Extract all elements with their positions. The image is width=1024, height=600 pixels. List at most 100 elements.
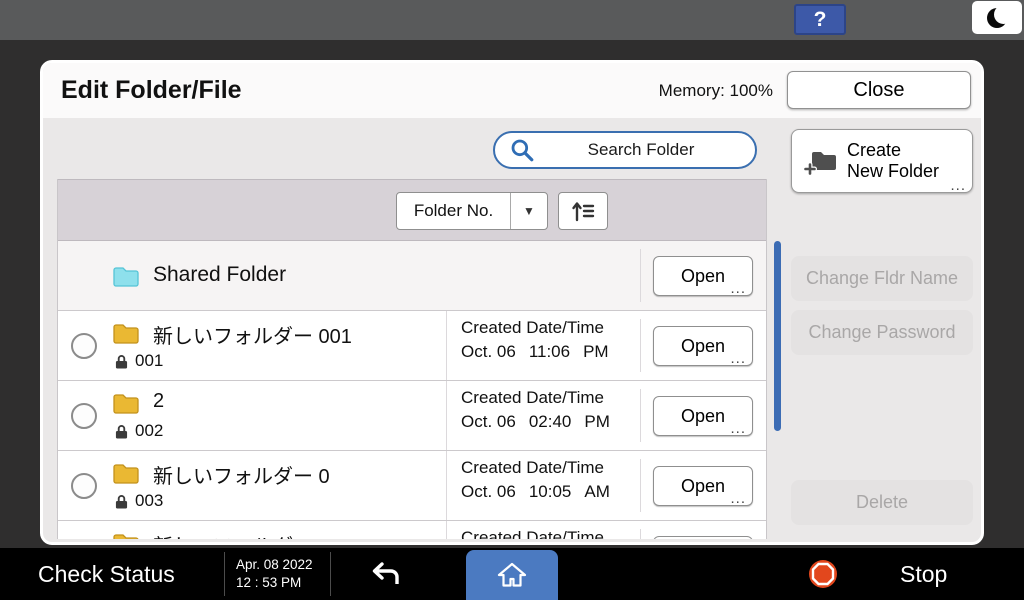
column-divider	[640, 459, 641, 512]
created-time: 02:40	[529, 412, 572, 432]
change-password-button[interactable]: Change Password	[791, 310, 973, 355]
home-icon	[496, 561, 528, 589]
folder-name: Shared Folder	[153, 241, 286, 309]
folder-row[interactable]: 新しいフォルダー 004 Created Date/Time Open ...	[58, 521, 766, 539]
lock-icon	[115, 424, 128, 439]
folder-row[interactable]: 新しいフォルダー 0 003 Created Date/Time Oct. 06…	[58, 451, 766, 521]
folder-list: Folder No. ▼ Shared Folder O	[57, 179, 767, 539]
folder-name: 新しいフォルダー 0	[153, 460, 330, 489]
sort-field-value: Folder No.	[397, 193, 510, 229]
check-status-button[interactable]: Check Status	[38, 548, 175, 600]
folder-number: 002	[135, 421, 163, 441]
open-label: Open	[681, 406, 725, 426]
column-divider	[640, 529, 641, 539]
page-title: Edit Folder/File	[61, 63, 242, 118]
folder-icon	[112, 322, 140, 344]
created-label: Created Date/Time	[461, 528, 640, 539]
folder-icon	[112, 532, 140, 539]
back-button[interactable]	[366, 559, 404, 590]
open-label: Open	[681, 476, 725, 496]
list-sort-header: Folder No. ▼	[58, 179, 766, 241]
open-button[interactable]: Open ...	[653, 536, 753, 539]
folder-name: 新しいフォルダー 001	[153, 320, 352, 349]
search-folder-label: Search Folder	[541, 140, 741, 160]
time-label: 12 : 53 PM	[236, 574, 313, 592]
folder-name: 新しいフォルダー 004	[153, 530, 352, 539]
system-bottom-bar: Check Status Apr. 08 2022 12 : 53 PM Sto…	[0, 548, 1024, 600]
created-time: 10:05	[529, 482, 572, 502]
create-label-line2: New Folder	[847, 161, 939, 181]
top-bar: ?	[0, 0, 1024, 40]
sort-field-dropdown[interactable]: Folder No. ▼	[396, 192, 548, 230]
created-date-cell: Created Date/Time Oct. 06 10:05 AM	[446, 451, 640, 520]
column-divider	[640, 389, 641, 442]
lock-icon	[115, 354, 128, 369]
sort-ascending-icon	[570, 200, 596, 222]
shared-folder-icon	[112, 265, 140, 287]
stop-button[interactable]: Stop	[808, 548, 947, 600]
open-label: Open	[681, 266, 725, 286]
home-button[interactable]	[466, 550, 558, 600]
create-label-line1: Create	[847, 140, 901, 160]
date-label: Apr. 08 2022	[236, 556, 313, 574]
sleep-mode-button[interactable]	[972, 1, 1022, 34]
moon-icon	[987, 8, 1007, 28]
folder-row[interactable]: 2 002 Created Date/Time Oct. 06 02:40 PM	[58, 381, 766, 451]
more-options-label: ...	[730, 283, 746, 295]
help-button[interactable]: ?	[794, 4, 846, 35]
folder-select-radio[interactable]	[71, 403, 97, 429]
folder-name: 2	[153, 390, 164, 413]
created-label: Created Date/Time	[461, 318, 640, 338]
more-options-label: ...	[950, 180, 966, 192]
created-date-cell: Created Date/Time Oct. 06 02:40 PM	[446, 381, 640, 450]
divider	[224, 552, 225, 596]
created-ampm: PM	[584, 412, 610, 432]
create-folder-icon	[804, 148, 838, 175]
open-button[interactable]: Open ...	[653, 256, 753, 296]
stop-icon	[808, 559, 838, 589]
chevron-down-icon: ▼	[510, 193, 547, 229]
close-button[interactable]: Close	[787, 71, 971, 109]
created-date: Oct. 06	[461, 412, 516, 432]
created-date-cell: Created Date/Time	[446, 521, 640, 539]
delete-button[interactable]: Delete	[791, 480, 973, 525]
folder-icon	[112, 392, 140, 414]
open-button[interactable]: Open ...	[653, 466, 753, 506]
folder-select-radio[interactable]	[71, 473, 97, 499]
panel-header: Edit Folder/File Memory: 100% Close	[43, 63, 981, 118]
created-label: Created Date/Time	[461, 458, 640, 478]
lock-icon	[115, 494, 128, 509]
folder-select-radio[interactable]	[71, 333, 97, 359]
device-screen: ? Edit Folder/File Memory: 100% Close Se…	[0, 0, 1024, 600]
created-time: 11:06	[529, 342, 570, 362]
folder-row[interactable]: 新しいフォルダー 001 001 Created Date/Time Oct. …	[58, 311, 766, 381]
stop-label: Stop	[900, 561, 947, 588]
folder-number: 003	[135, 491, 163, 511]
created-date: Oct. 06	[461, 342, 516, 362]
back-arrow-icon	[366, 559, 404, 587]
created-ampm: AM	[584, 482, 610, 502]
list-scrollbar[interactable]	[774, 241, 781, 431]
divider	[330, 552, 331, 596]
create-new-folder-button[interactable]: Create New Folder ...	[791, 129, 973, 193]
memory-status: Memory: 100%	[659, 63, 773, 118]
edit-folder-file-panel: Edit Folder/File Memory: 100% Close Sear…	[40, 60, 984, 545]
column-divider	[640, 249, 641, 302]
sort-order-button[interactable]	[558, 192, 608, 230]
folder-number: 001	[135, 351, 163, 371]
change-folder-name-button[interactable]: Change Fldr Name	[791, 256, 973, 301]
more-options-label: ...	[730, 423, 746, 435]
search-folder-field[interactable]: Search Folder	[493, 131, 757, 169]
search-icon	[509, 137, 535, 163]
more-options-label: ...	[730, 353, 746, 365]
column-divider	[640, 319, 641, 372]
open-button[interactable]: Open ...	[653, 326, 753, 366]
date-time-display: Apr. 08 2022 12 : 53 PM	[236, 556, 313, 592]
folder-icon	[112, 462, 140, 484]
more-options-label: ...	[730, 493, 746, 505]
open-button[interactable]: Open ...	[653, 396, 753, 436]
folder-row[interactable]: Shared Folder Open ...	[58, 241, 766, 311]
created-ampm: PM	[583, 342, 609, 362]
created-date-cell: Created Date/Time Oct. 06 11:06 PM	[446, 311, 640, 380]
open-label: Open	[681, 336, 725, 356]
